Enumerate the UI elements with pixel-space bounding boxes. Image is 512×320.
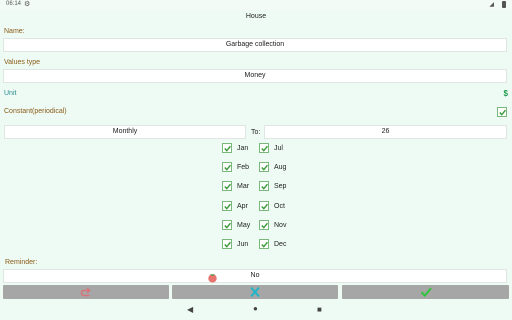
undo-arrow-icon [80, 287, 91, 297]
nav-back-icon[interactable]: ◀ [187, 305, 193, 314]
battery-icon [502, 1, 506, 8]
month-label: May [237, 221, 251, 229]
checkmark-icon [224, 222, 232, 229]
month-label: Jan [237, 145, 249, 152]
page-title: House [245, 13, 267, 20]
confirm-button[interactable] [342, 285, 509, 299]
checkmark-icon [224, 145, 232, 152]
nav-home-icon[interactable]: ● [253, 304, 258, 313]
month-label: Jun [237, 241, 249, 248]
month-label: Mar [237, 183, 250, 191]
checkmark-icon [499, 109, 507, 116]
nav-recents-icon[interactable]: ■ [317, 305, 322, 314]
cancel-button[interactable] [172, 285, 338, 299]
back-button[interactable] [3, 285, 169, 299]
month-feb-checkbox[interactable] [222, 162, 232, 173]
unit-label: Unit [4, 90, 17, 97]
month-oct-checkbox[interactable] [259, 200, 269, 211]
close-x-icon [250, 286, 260, 298]
status-time: 06:14 [6, 1, 22, 7]
checkmark-icon [261, 222, 269, 229]
month-label: Oct [274, 202, 285, 210]
month-apr-checkbox[interactable] [222, 200, 232, 211]
checkmark-icon [224, 184, 232, 191]
month-jan-checkbox[interactable] [222, 143, 232, 153]
values-type-select[interactable]: Money [3, 69, 507, 83]
reminder-label: Reminder: [5, 259, 38, 266]
gear-icon: ⚙ [24, 1, 31, 8]
checkmark-icon [261, 241, 269, 248]
checkmark-icon [224, 164, 232, 171]
checkmark-icon [261, 184, 269, 191]
period-select[interactable]: Monthly [4, 125, 246, 139]
month-nov-checkbox[interactable] [259, 219, 269, 230]
month-label: Apr [237, 202, 248, 210]
name-label: Name: [4, 28, 25, 35]
to-label: To: [251, 129, 261, 136]
month-label: Aug [274, 164, 287, 172]
checkmark-icon [261, 203, 269, 210]
month-jun-checkbox[interactable] [222, 239, 232, 249]
unit-symbol[interactable]: $ [504, 89, 508, 98]
checkmark-icon [261, 145, 269, 152]
status-bar: 06:14 ⚙ ◢ [0, 0, 512, 10]
checkmark-icon [261, 164, 269, 171]
month-label: Sep [274, 183, 287, 191]
month-jul-checkbox[interactable] [259, 143, 269, 153]
tomato-icon [208, 273, 217, 283]
month-may-checkbox[interactable] [222, 219, 232, 230]
signal-icon: ◢ [489, 2, 494, 8]
values-type-label: Values type [4, 59, 41, 66]
month-label: Nov [274, 221, 287, 229]
month-label: Feb [237, 164, 250, 172]
system-nav-bar: ◀ ● ■ [0, 300, 512, 320]
month-label: Jul [274, 145, 283, 152]
checkmark-icon [224, 241, 232, 248]
reminder-field[interactable]: No [3, 269, 507, 283]
month-mar-checkbox[interactable] [222, 181, 232, 192]
constant-label: Constant(periodical) [4, 108, 67, 115]
to-day-field[interactable]: 26 [264, 125, 507, 139]
month-label: Dec [274, 241, 287, 248]
name-field[interactable]: Garbage collection [3, 38, 507, 52]
month-sep-checkbox[interactable] [259, 181, 269, 192]
checkmark-icon [420, 287, 432, 298]
constant-checkbox[interactable] [497, 107, 507, 117]
checkmark-icon [224, 203, 232, 210]
month-aug-checkbox[interactable] [259, 162, 269, 173]
month-dec-checkbox[interactable] [259, 239, 269, 249]
